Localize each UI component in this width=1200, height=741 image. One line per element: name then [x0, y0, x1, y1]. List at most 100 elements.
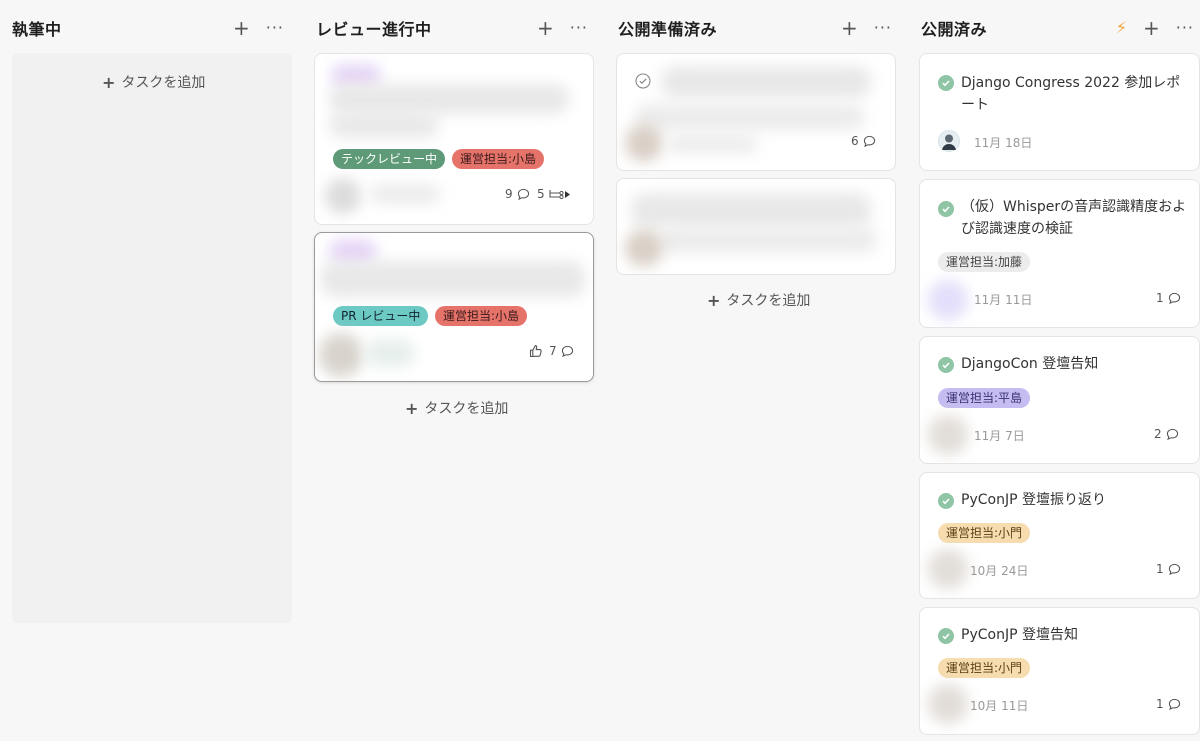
comment-count: 7 [549, 344, 574, 358]
thumbs-up-icon [529, 345, 542, 358]
add-task-button[interactable]: + タスクを追加 [405, 398, 508, 418]
add-icon[interactable]: + [1143, 18, 1160, 38]
tag-owner: 運営担当:小門 [938, 523, 1031, 543]
tag-owner: 運営担当:平島 [938, 388, 1031, 408]
lightning-icon[interactable]: ⚡ [1116, 20, 1127, 36]
add-icon[interactable]: + [537, 18, 554, 38]
due-date: 10月 11日 [970, 699, 1029, 713]
column-ready-to-publish: 公開準備済み + ··· 6 + タスクを追加 [616, 0, 896, 741]
column-header: レビュー進行中 + ··· [314, 14, 594, 42]
column-actions: + ··· [233, 14, 284, 42]
comment-count: 6 [851, 134, 876, 148]
like-count [529, 344, 547, 358]
check-circle-icon[interactable] [635, 73, 651, 89]
column-title: 公開準備済み [618, 20, 718, 39]
more-icon[interactable]: ··· [570, 20, 588, 36]
column-header: 執筆中 + ··· [12, 14, 292, 42]
blurred-title [329, 112, 439, 138]
more-icon[interactable]: ··· [874, 20, 892, 36]
add-icon[interactable]: + [841, 18, 858, 38]
blurred-avatar [325, 178, 361, 214]
task-title: Django Congress 2022 参加レポート [961, 75, 1181, 113]
column-actions: + ··· [537, 14, 588, 42]
subtask-icon [549, 189, 570, 199]
task-title: PyConJP 登壇振り返り [961, 492, 1106, 508]
blurred-avatar [625, 124, 663, 162]
column-header: 公開準備済み + ··· [616, 14, 896, 42]
task-card[interactable]: （仮）Whisperの音声認識精度および認識速度の検証 運営担当:加藤 11月 … [919, 179, 1200, 328]
blurred-avatar [625, 229, 663, 267]
blurred-title [329, 84, 569, 114]
comment-count: 2 [1154, 427, 1179, 441]
task-card[interactable]: Django Congress 2022 参加レポート 11月 18日 [919, 53, 1200, 171]
comment-icon [1168, 563, 1180, 575]
column-writing: 執筆中 + ··· + タスクを追加 [12, 0, 292, 741]
comment-icon [1168, 292, 1180, 304]
done-check-icon[interactable] [938, 357, 954, 373]
more-icon[interactable]: ··· [266, 20, 284, 36]
add-task-button[interactable]: + タスクを追加 [707, 290, 810, 310]
subtask-count: 5 [537, 187, 571, 201]
blurred-text [667, 134, 757, 154]
task-card[interactable]: PyConJP 登壇告知 運営担当:小門 10月 11日 1 [919, 607, 1200, 735]
column-actions: + ··· [841, 14, 892, 42]
column-actions: ⚡ + ··· [1116, 14, 1194, 42]
blurred-avatar [928, 549, 968, 589]
tag-owner: 運営担当:加藤 [938, 252, 1031, 272]
avatar [938, 130, 960, 152]
plus-icon: + [102, 72, 116, 92]
blurred-text [370, 184, 440, 204]
blurred-title [635, 104, 865, 130]
due-date: 11月 18日 [974, 136, 1033, 150]
column-published: 公開済み ⚡ + ··· Django Congress 2022 参加レポート… [919, 0, 1200, 741]
column-drop-area [12, 53, 292, 623]
column-title: レビュー進行中 [316, 20, 432, 39]
column-in-review: レビュー進行中 + ··· テックレビュー中 運営担当:小島 9 5 PR レビ… [314, 0, 594, 741]
blurred-text [365, 339, 415, 367]
blurred-avatar [319, 333, 363, 377]
task-card[interactable]: PyConJP 登壇振り返り 運営担当:小門 10月 24日 1 [919, 472, 1200, 599]
task-card[interactable]: 6 [616, 53, 896, 171]
tag-owner: 運営担当:小島 [435, 306, 528, 326]
tag-pr-review: PR レビュー中 [333, 306, 429, 326]
add-task-label: タスクを追加 [121, 75, 206, 91]
comment-count: 1 [1156, 562, 1181, 576]
comment-icon [561, 345, 573, 357]
column-title: 執筆中 [12, 20, 62, 39]
column-header: 公開済み ⚡ + ··· [919, 14, 1200, 42]
done-check-icon[interactable] [938, 201, 954, 217]
add-task-label: タスクを追加 [424, 401, 509, 417]
task-card[interactable]: テックレビュー中 運営担当:小島 9 5 [314, 53, 594, 225]
more-icon[interactable]: ··· [1176, 20, 1194, 36]
done-check-icon[interactable] [938, 628, 954, 644]
add-icon[interactable]: + [233, 18, 250, 38]
task-card[interactable] [616, 178, 896, 275]
blurred-title [321, 261, 585, 297]
add-task-label: タスクを追加 [726, 293, 811, 309]
due-date: 11月 11日 [974, 293, 1033, 307]
column-title: 公開済み [921, 20, 988, 39]
blurred-title [661, 66, 871, 98]
blurred-avatar [928, 415, 968, 455]
comment-count: 9 [505, 187, 530, 201]
comment-count: 1 [1156, 697, 1181, 711]
task-title: PyConJP 登壇告知 [961, 627, 1078, 643]
blurred-avatar [928, 684, 968, 724]
task-card[interactable]: DjangoCon 登壇告知 運営担当:平島 11月 7日 2 [919, 336, 1200, 464]
plus-icon: + [707, 290, 721, 310]
done-check-icon[interactable] [938, 493, 954, 509]
task-title: （仮）Whisperの音声認識精度および認識速度の検証 [961, 199, 1187, 237]
comment-icon [1166, 428, 1178, 440]
done-check-icon[interactable] [938, 75, 954, 91]
blurred-title [657, 227, 877, 253]
task-title: DjangoCon 登壇告知 [961, 356, 1099, 372]
tag-owner: 運営担当:小島 [452, 149, 545, 169]
due-date: 10月 24日 [970, 564, 1029, 578]
add-task-button[interactable]: + タスクを追加 [102, 72, 205, 92]
blurred-title [631, 193, 871, 227]
blurred-avatar [928, 280, 968, 320]
tag-owner: 運営担当:小門 [938, 658, 1031, 678]
task-card[interactable]: PR レビュー中 運営担当:小島 7 [314, 232, 594, 382]
due-date: 11月 7日 [974, 429, 1025, 443]
comment-count: 1 [1156, 291, 1181, 305]
